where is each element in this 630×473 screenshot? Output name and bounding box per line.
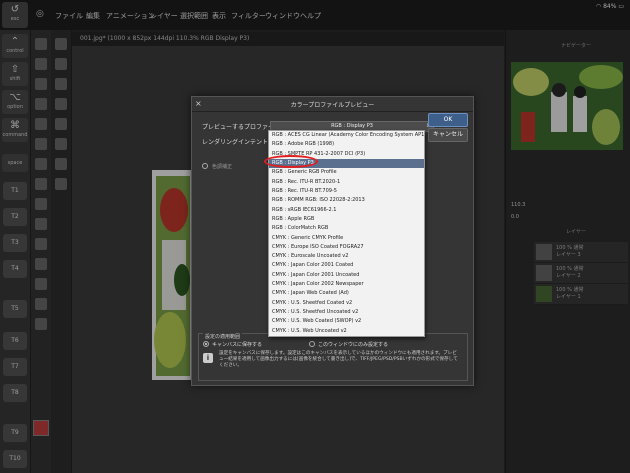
profile-option[interactable]: CMYK : U.S. Sheetfed Uncoated v2 (269, 308, 424, 317)
profile-option[interactable]: RGB : Generic RGB Profile (269, 168, 424, 177)
info-text: 設定をキャンバスに保存します。設定はこのキャンバスを表示しているほかのウィンドウ… (219, 351, 458, 368)
apply-scope-title: 設定の適用範囲 (203, 333, 243, 340)
profile-option[interactable]: RGB : Apple RGB (269, 215, 424, 224)
profile-option[interactable]: CMYK : Euroscale Uncoated v2 (269, 252, 424, 261)
profile-option[interactable]: CMYK : Japan Color 2001 Coated (269, 261, 424, 270)
dialog-title: カラープロファイルプレビュー (290, 102, 375, 109)
profile-option[interactable]: RGB : Rec. ITU-R BT.2020-1 (269, 178, 424, 187)
dialog-divider (192, 111, 473, 112)
profile-select-value: RGB : Display P3 (331, 123, 373, 129)
apply-scope-group: 設定の適用範囲 キャンバスに保存する このウィンドウにのみ設定する i 設定をキ… (198, 333, 468, 381)
color-correction-checkbox[interactable] (202, 163, 208, 169)
profile-option[interactable]: RGB : sRGB IEC61966-2.1 (269, 206, 424, 215)
profile-option[interactable]: RGB : ROMM RGB: ISO 22028-2:2013 (269, 196, 424, 205)
annotation-circle (264, 155, 318, 168)
profile-option[interactable]: CMYK : U.S. Sheetfed Coated v2 (269, 299, 424, 308)
info-icon: i (203, 353, 213, 363)
profile-option[interactable]: CMYK : Generic CMYK Profile (269, 234, 424, 243)
profile-option[interactable]: CMYK : Europe ISO Coated FOGRA27 (269, 243, 424, 252)
profile-option[interactable]: RGB : ACES CG Linear (Academy Color Enco… (269, 131, 424, 140)
profile-option[interactable]: CMYK : Japan Color 2001 Uncoated (269, 271, 424, 280)
this-window-only-radio[interactable] (309, 341, 315, 347)
profile-option[interactable]: CMYK : U.S. Web Coated (SWOP) v2 (269, 317, 424, 326)
profile-option[interactable]: CMYK : Japan Web Coated (Ad) (269, 289, 424, 298)
profile-option[interactable]: RGB : ColorMatch RGB (269, 224, 424, 233)
save-to-canvas-radio[interactable] (203, 341, 209, 347)
profile-option[interactable]: RGB : Adobe RGB (1998) (269, 140, 424, 149)
cancel-button[interactable]: キャンセル (428, 128, 468, 142)
profile-option[interactable]: CMYK : U.S. Web Uncoated v2 (269, 327, 424, 336)
rendering-intent-label: レンダリングインテント (202, 139, 269, 146)
this-window-only-label: このウィンドウにのみ設定する (318, 342, 389, 348)
profile-option[interactable]: CMYK : Japan Color 2002 Newspaper (269, 280, 424, 289)
ok-button[interactable]: OK (428, 113, 468, 127)
profile-option[interactable]: RGB : Rec. ITU-R BT.709-5 (269, 187, 424, 196)
color-correction-label: 色調補正 (212, 164, 233, 170)
save-to-canvas-label: キャンバスに保存する (212, 342, 263, 348)
